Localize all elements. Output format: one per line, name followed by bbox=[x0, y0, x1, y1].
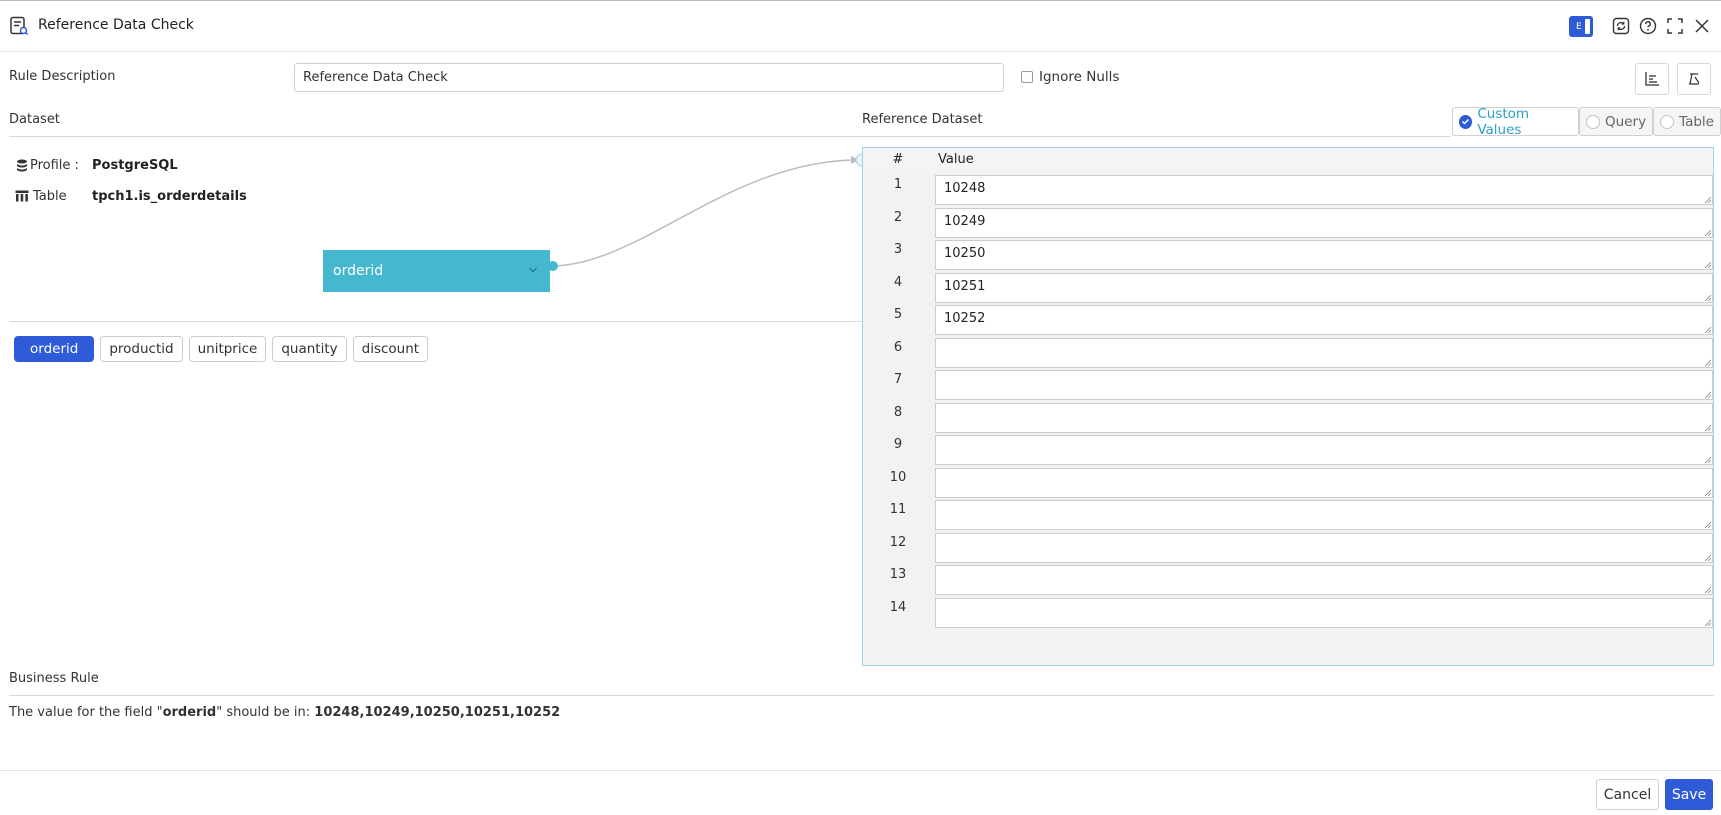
grid-header: # Value bbox=[863, 148, 1713, 173]
grid-row: 4 10251 bbox=[863, 272, 1713, 305]
value-text: 10250 bbox=[944, 246, 986, 261]
resize-grip-icon[interactable] bbox=[1704, 391, 1711, 398]
business-rule-prefix: The value for the field " bbox=[9, 705, 163, 720]
value-input[interactable] bbox=[935, 500, 1713, 530]
business-rule-field: orderid bbox=[162, 705, 217, 720]
grid-row: 1 10248 bbox=[863, 175, 1713, 207]
business-rule-values: 10248,10249,10250,10251,10252 bbox=[314, 705, 561, 720]
value-text: 10251 bbox=[944, 278, 986, 294]
grid-row: 13 bbox=[863, 565, 1713, 597]
resize-grip-icon[interactable] bbox=[1704, 196, 1711, 203]
business-rule-label: Business Rule bbox=[9, 671, 99, 686]
resize-grip-icon[interactable] bbox=[1704, 294, 1711, 301]
grid-row: 2 10249 bbox=[863, 207, 1713, 240]
custom-values-grid: # Value 1 10248 2 10249 3 10250 4 10251 5 10252 6 7… bbox=[862, 147, 1714, 666]
grid-header-value: Value bbox=[938, 152, 974, 167]
cancel-button[interactable]: Cancel bbox=[1596, 779, 1659, 810]
row-number: 11 bbox=[889, 502, 907, 517]
grid-row: 5 10252 bbox=[863, 305, 1713, 337]
value-input[interactable]: 10251 bbox=[935, 272, 1713, 303]
save-button[interactable]: Save bbox=[1665, 779, 1713, 810]
row-number: 8 bbox=[893, 404, 903, 420]
resize-grip-icon[interactable] bbox=[1704, 326, 1711, 333]
resize-grip-icon[interactable] bbox=[1704, 586, 1711, 593]
value-input[interactable]: 10250 bbox=[935, 240, 1713, 270]
resize-grip-icon[interactable] bbox=[1704, 619, 1711, 626]
grid-row: 7 bbox=[863, 370, 1713, 402]
value-input[interactable] bbox=[935, 337, 1713, 368]
value-input[interactable] bbox=[935, 565, 1713, 595]
value-input[interactable] bbox=[935, 402, 1713, 433]
resize-grip-icon[interactable] bbox=[1704, 261, 1711, 268]
field-chips: orderid productid unitprice quantity dis… bbox=[14, 336, 429, 362]
resize-grip-icon[interactable] bbox=[1704, 229, 1711, 236]
grid-row: 3 10250 bbox=[863, 240, 1713, 272]
row-number: 14 bbox=[889, 599, 907, 615]
row-number: 6 bbox=[893, 339, 903, 355]
row-number: 10 bbox=[889, 469, 907, 485]
resize-grip-icon[interactable] bbox=[1704, 521, 1711, 528]
value-input[interactable]: 10249 bbox=[935, 207, 1713, 238]
row-number: 3 bbox=[893, 242, 903, 257]
value-text: 10252 bbox=[944, 311, 986, 326]
grid-row: 11 bbox=[863, 500, 1713, 532]
business-rule-divider bbox=[9, 695, 1714, 696]
row-number: 2 bbox=[893, 209, 903, 225]
grid-row: 12 bbox=[863, 532, 1713, 565]
grid-row: 14 bbox=[863, 597, 1713, 630]
row-number: 5 bbox=[893, 307, 903, 322]
row-number: 4 bbox=[893, 274, 903, 290]
field-chip-orderid[interactable]: orderid bbox=[14, 336, 95, 362]
field-chip-quantity[interactable]: quantity bbox=[272, 336, 347, 362]
grid-header-num: # bbox=[892, 152, 904, 167]
field-chip-productid[interactable]: productid bbox=[100, 336, 183, 362]
value-input[interactable] bbox=[935, 435, 1713, 465]
business-rule-text: The value for the field "orderid" should… bbox=[9, 705, 560, 720]
row-number: 12 bbox=[889, 534, 907, 550]
value-input[interactable] bbox=[935, 532, 1713, 563]
value-text: 10248 bbox=[944, 181, 986, 196]
business-rule-middle: " should be in: bbox=[216, 705, 315, 720]
grid-row: 8 bbox=[863, 402, 1713, 435]
field-chip-discount[interactable]: discount bbox=[352, 336, 429, 362]
resize-grip-icon[interactable] bbox=[1704, 456, 1711, 463]
value-text: 10249 bbox=[944, 213, 986, 229]
resize-grip-icon[interactable] bbox=[1704, 554, 1711, 561]
chevron-down-icon[interactable] bbox=[528, 250, 538, 292]
resize-grip-icon[interactable] bbox=[1704, 424, 1711, 431]
value-input[interactable]: 10248 bbox=[935, 175, 1713, 205]
node-field-label: orderid bbox=[333, 263, 384, 279]
grid-row: 10 bbox=[863, 467, 1713, 500]
grid-row: 9 bbox=[863, 435, 1713, 467]
value-input[interactable] bbox=[935, 597, 1713, 628]
row-number: 13 bbox=[889, 567, 907, 582]
value-input[interactable] bbox=[935, 370, 1713, 400]
node-divider bbox=[9, 321, 862, 322]
value-input[interactable]: 10252 bbox=[935, 305, 1713, 335]
resize-grip-icon[interactable] bbox=[1704, 359, 1711, 366]
field-chip-unitprice[interactable]: unitprice bbox=[188, 336, 267, 362]
row-number: 9 bbox=[893, 437, 903, 452]
row-number: 7 bbox=[893, 372, 903, 387]
footer-divider bbox=[0, 770, 1721, 771]
row-number: 1 bbox=[893, 177, 903, 192]
resize-grip-icon[interactable] bbox=[1704, 489, 1711, 496]
value-input[interactable] bbox=[935, 467, 1713, 498]
source-field-node[interactable]: orderid bbox=[323, 250, 550, 292]
grid-row: 6 bbox=[863, 337, 1713, 370]
